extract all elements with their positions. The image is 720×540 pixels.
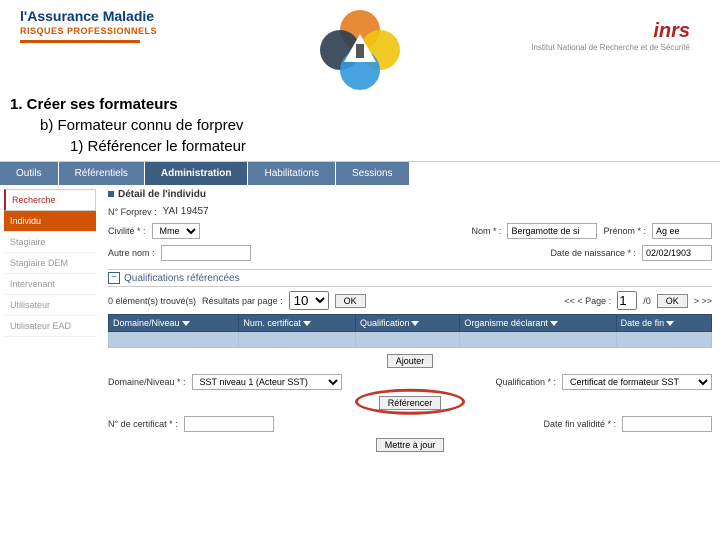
qualification-select[interactable]: Certificat de formateur SST — [562, 374, 712, 390]
sidebar-utilisateur-ead[interactable]: Utilisateur EAD — [4, 316, 96, 337]
page-input[interactable] — [617, 291, 637, 310]
collapse-icon[interactable]: − — [108, 272, 120, 284]
autre-nom-label: Autre nom : — [108, 248, 155, 258]
sidebar-individu[interactable]: Individu — [4, 211, 96, 232]
num-forprev-label: N° Forprev : — [108, 207, 157, 217]
domaine-niveau-select[interactable]: SST niveau 1 (Acteur SST) — [192, 374, 342, 390]
qualifications-table: Domaine/Niveau Num. certificat Qualifica… — [108, 314, 712, 348]
panel-title-text: Détail de l'individu — [118, 189, 206, 200]
civilite-select[interactable]: Mme — [152, 223, 200, 239]
results-count: 0 élément(s) trouvé(s) — [108, 296, 196, 306]
sort-icon[interactable] — [303, 321, 311, 326]
prevention-venn-logo — [320, 10, 400, 90]
qualification-label: Qualification * : — [495, 377, 556, 387]
prenom-label: Prénom * : — [603, 226, 646, 236]
pager-prefix[interactable]: << < Page : — [564, 296, 611, 306]
num-certificat-label: N° de certificat * : — [108, 419, 178, 429]
date-fin-validite-input[interactable] — [622, 416, 712, 432]
col-num-certificat[interactable]: Num. certificat — [239, 315, 356, 332]
ajouter-button[interactable]: Ajouter — [387, 354, 434, 368]
sidebar-recherche[interactable]: Recherche — [4, 189, 96, 211]
assurance-maladie-logo: l'Assurance Maladie RISQUES PROFESSIONNE… — [20, 8, 157, 43]
table-row — [109, 332, 712, 348]
slide-header: l'Assurance Maladie RISQUES PROFESSIONNE… — [0, 0, 720, 90]
col-domaine[interactable]: Domaine/Niveau — [109, 315, 239, 332]
title-line-3: 1) Référencer le formateur — [70, 136, 710, 157]
num-certificat-input[interactable] — [184, 416, 274, 432]
panel-title: Détail de l'individu — [108, 189, 712, 200]
col-date-fin[interactable]: Date de fin — [616, 315, 711, 332]
square-bullet-icon — [108, 191, 114, 197]
date-naissance-input[interactable] — [642, 245, 712, 261]
sidebar-stagiaire-dem[interactable]: Stagiaire DEM — [4, 253, 96, 274]
assurance-title: l'Assurance Maladie — [20, 8, 157, 24]
nom-label: Nom * : — [471, 226, 501, 236]
inrs-name: inrs — [531, 20, 690, 43]
qualifications-title: Qualifications référencées — [124, 273, 240, 284]
title-line-2: b) Formateur connu de forprev — [40, 115, 710, 136]
nav-referentiels[interactable]: Référentiels — [59, 162, 145, 185]
results-per-page-label: Résultats par page : — [202, 296, 283, 306]
date-naissance-label: Date de naissance * : — [550, 248, 636, 258]
date-fin-validite-label: Date fin validité * : — [543, 419, 616, 429]
title-line-1: 1. Créer ses formateurs — [10, 94, 710, 115]
inrs-subtitle: Institut National de Recherche et de Séc… — [531, 43, 690, 52]
main-panel: Détail de l'individu N° Forprev : YAI 19… — [100, 185, 720, 462]
logo-divider — [20, 40, 140, 43]
top-nav: Outils Référentiels Administration Habil… — [0, 162, 720, 185]
col-organisme[interactable]: Organisme déclarant — [460, 315, 616, 332]
pager-suffix[interactable]: > >> — [694, 296, 712, 306]
nav-sessions[interactable]: Sessions — [336, 162, 410, 185]
nom-input[interactable] — [507, 223, 597, 239]
ok-button-right[interactable]: OK — [657, 294, 688, 308]
page-total: /0 — [643, 296, 651, 306]
sidebar-stagiaire[interactable]: Stagiaire — [4, 232, 96, 253]
nav-outils[interactable]: Outils — [0, 162, 59, 185]
sort-icon[interactable] — [182, 321, 190, 326]
num-forprev-value: YAI 19457 — [163, 206, 209, 217]
autre-nom-input[interactable] — [161, 245, 251, 261]
civilite-label: Civilité * : — [108, 226, 146, 236]
prenom-input[interactable] — [652, 223, 712, 239]
ok-button-left[interactable]: OK — [335, 294, 366, 308]
slide-title-block: 1. Créer ses formateurs b) Formateur con… — [0, 90, 720, 161]
assurance-subtitle: RISQUES PROFESSIONNELS — [20, 26, 157, 36]
sidebar: Recherche Individu Stagiaire Stagiaire D… — [0, 185, 100, 462]
sort-icon[interactable] — [411, 321, 419, 326]
qualifications-header: − Qualifications référencées — [108, 269, 712, 287]
sidebar-intervenant[interactable]: Intervenant — [4, 274, 96, 295]
referencer-button[interactable]: Référencer — [379, 396, 442, 410]
mettre-a-jour-button[interactable]: Mettre à jour — [376, 438, 445, 452]
sidebar-utilisateur[interactable]: Utilisateur — [4, 295, 96, 316]
col-qualification[interactable]: Qualification — [355, 315, 459, 332]
app-screenshot: Outils Référentiels Administration Habil… — [0, 161, 720, 462]
results-per-page-select[interactable]: 10 — [289, 291, 329, 310]
sort-icon[interactable] — [666, 321, 674, 326]
sort-icon[interactable] — [550, 321, 558, 326]
nav-administration[interactable]: Administration — [145, 162, 249, 185]
inrs-logo: inrs Institut National de Recherche et d… — [531, 20, 690, 52]
domaine-niveau-label: Domaine/Niveau * : — [108, 377, 186, 387]
nav-habilitations[interactable]: Habilitations — [248, 162, 335, 185]
pager: 0 élément(s) trouvé(s) Résultats par pag… — [108, 291, 712, 310]
